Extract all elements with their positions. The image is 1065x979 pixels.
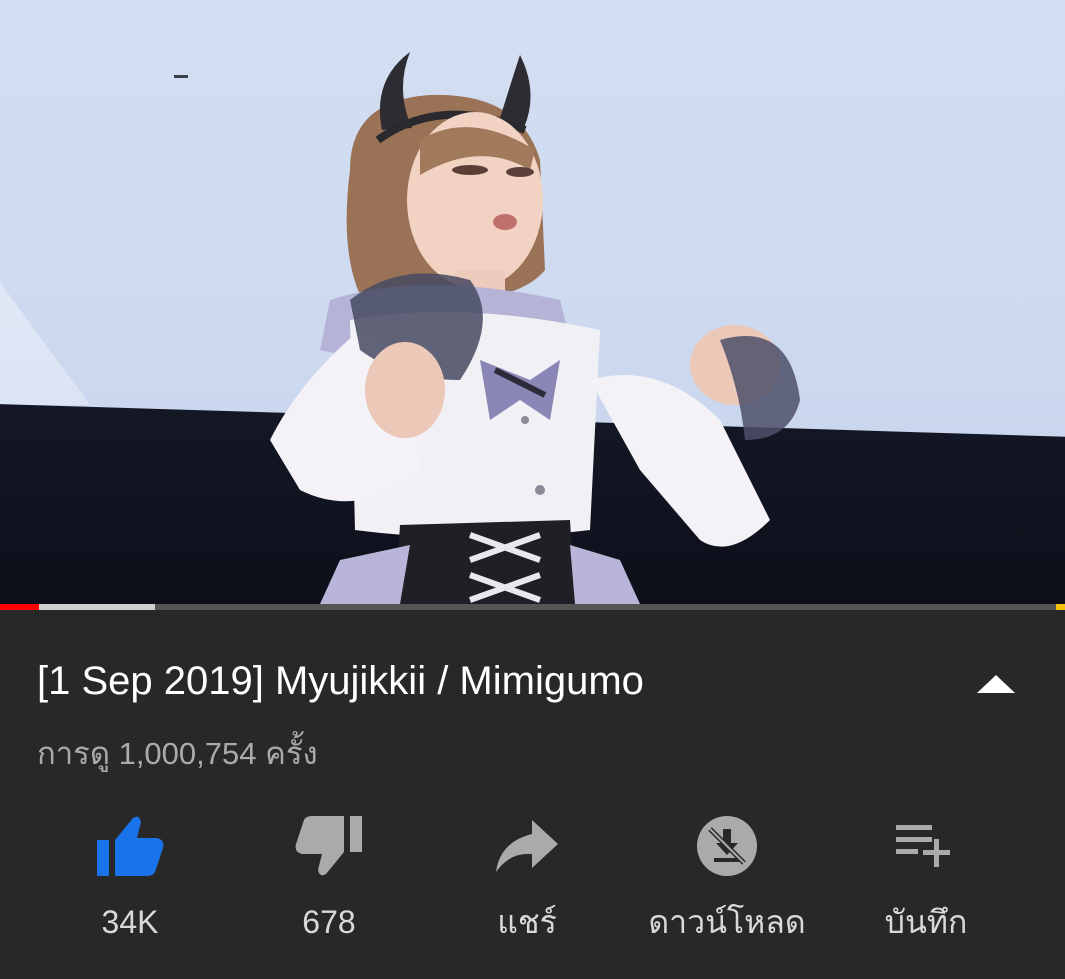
download-button[interactable]: ดาวน์โหลด [627,808,827,958]
progress-played [0,604,40,610]
view-count: การดู 1,000,754 ครั้ง [37,736,318,771]
video-title: [1 Sep 2019] Myujikkii / Mimigumo [37,659,644,703]
share-arrow-icon [496,820,558,872]
like-count: 34K [101,904,159,940]
dislike-count: 678 [302,904,356,940]
download-disabled-icon [697,816,757,876]
action-bar: 34K 678 แชร์ ดาวน์โหลด บันทึก [0,808,1065,968]
video-progress-bar[interactable] [0,604,1065,610]
performer-figure [174,52,800,604]
save-label: บันทึก [884,904,968,940]
collapse-description-button[interactable] [968,664,1024,704]
save-button[interactable]: บันทึก [826,808,1026,958]
thumb-up-icon [97,816,164,876]
dislike-button[interactable]: 678 [229,808,429,958]
like-button[interactable]: 34K [30,808,230,958]
thumb-down-icon [295,816,362,876]
share-button[interactable]: แชร์ [427,808,627,958]
chevron-up-icon [977,675,1015,693]
video-player[interactable] [0,0,1065,604]
share-label: แชร์ [497,904,557,940]
playlist-add-icon [896,825,950,867]
download-label: ดาวน์โหลด [648,904,806,940]
progress-end-marker [1056,604,1065,610]
